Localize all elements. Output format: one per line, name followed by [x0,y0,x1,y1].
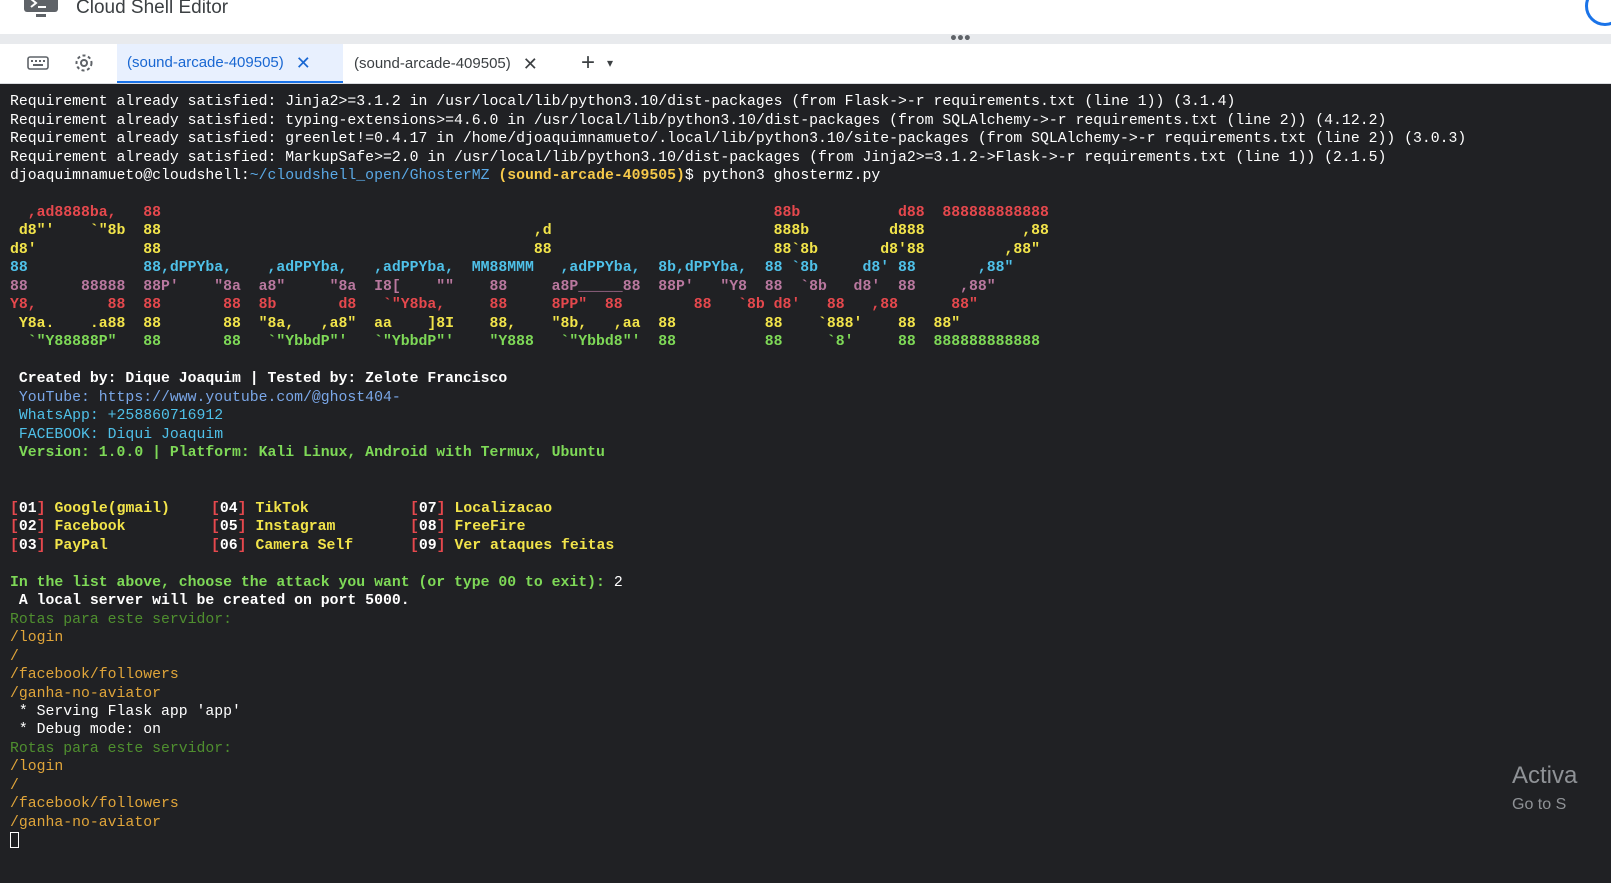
flask-serving-line: * Serving Flask app 'app' [10,704,241,720]
menu-row: [09] Ver ataques feitas [410,538,615,554]
route-line: / [10,778,19,794]
routes-header: Rotas para este servidor: [10,612,232,628]
banner-line: Y8, 88 88 88 8b d8 `"Y8ba, 88 8PP" 88 88… [10,297,978,313]
menu-num: 01 [18,501,37,517]
route-line: /facebook/followers [10,667,179,683]
terminal-cursor [10,832,19,848]
keyboard-icon[interactable] [24,44,52,82]
route-line: /ganha-no-aviator [10,686,161,702]
terminal-line: Requirement already satisfied: typing-ex… [10,113,1387,129]
menu-num: 02 [18,519,37,535]
menu-row: [06] Camera Self [211,538,354,554]
choose-value: 2 [613,575,623,591]
terminal-tab-bar: (sound-arcade-409505) ✕ (sound-arcade-40… [0,44,1611,84]
app-title: Cloud Shell Editor [76,0,229,18]
tab-terminal-1[interactable]: (sound-arcade-409505) ✕ [117,44,343,83]
terminal-line: Requirement already satisfied: MarkupSaf… [10,150,1387,166]
route-line: /ganha-no-aviator [10,815,161,831]
routes-header: Rotas para este servidor: [10,741,232,757]
whatsapp-line: WhatsApp: +258860716912 [10,408,224,424]
menu-item: Camera Self [255,538,354,554]
version-line: Version: 1.0.0 | Platform: Kali Linux, A… [10,445,605,461]
server-message: A local server will be created on port 5… [10,593,410,609]
menu-row: [04] TikTok [211,501,309,517]
close-icon[interactable]: ✕ [523,55,538,73]
menu-item: FreeFire [454,519,526,535]
banner-line: 88 88888 88P' "8a a8" "8a I8[ "" 88 a8P_… [10,279,996,295]
youtube-line: YouTube: https://www.youtube.com/@ghost4… [10,390,401,406]
prompt-symbol: $ [684,168,703,184]
menu-num: 09 [418,538,437,554]
chevron-down-icon[interactable]: ▾ [602,44,618,82]
prompt-command: python3 ghostermz.py [702,168,881,184]
gear-icon[interactable] [70,44,98,82]
menu-item: TikTok [255,501,309,517]
shell-prompt: djoaquimnamueto@cloudshell:~/cloudshell_… [10,167,880,185]
banner-line: 88 88,dPPYba, ,adPPYba, ,adPPYba, MM88MM… [10,260,1014,276]
menu-num: 08 [418,519,437,535]
terminal-panel[interactable]: Requirement already satisfied: Jinja2>=3… [0,84,1611,883]
facebook-line: FACEBOOK: Diqui Joaquim [10,427,224,443]
add-tab-icon[interactable]: + [576,44,600,82]
menu-row: [05] Instagram [211,519,336,535]
top-bar: Cloud Shell Editor [0,0,1611,34]
menu-row: [07] Localizacao [410,501,553,517]
panel-divider[interactable] [0,34,1611,44]
terminal-line: Requirement already satisfied: Jinja2>=3… [10,94,1236,110]
menu-num: 04 [219,501,238,517]
menu-item: Ver ataques feitas [454,538,615,554]
drag-handle-icon[interactable]: ••• [949,32,972,46]
menu-row: [03] PayPal [10,538,108,554]
activation-watermark-title: Activa [1512,762,1578,789]
banner-line: ,ad8888ba, 88 88b d88 888888888888 [10,205,1049,221]
menu-row: [01] Google(gmail) [10,501,170,517]
route-line: /login [10,630,64,646]
menu-item: Localizacao [454,501,553,517]
menu-item: PayPal [54,538,108,554]
choose-prompt: In the list above, choose the attack you… [10,575,614,591]
close-icon[interactable]: ✕ [296,54,311,72]
prompt-path: ~/cloudshell_open/GhosterMZ [249,168,490,184]
banner-line: `"Y88888P" 88 88 `"YbbdP"' `"YbbdP"' "Y8… [10,334,1041,350]
prompt-project: (sound-arcade-409505) [498,168,685,184]
route-line: / [10,649,19,665]
credits-line: Created by: Dique Joaquim | Tested by: Z… [10,371,508,387]
activation-watermark-subtitle: Go to S [1512,796,1567,813]
route-line: /facebook/followers [10,796,179,812]
menu-item: Facebook [54,519,126,535]
banner-line: d8' 88 88 88`8b d8'88 ,88" [10,242,1041,258]
tab-label: (sound-arcade-409505) [354,55,511,72]
flask-debug-line: * Debug mode: on [10,722,161,738]
choose-line: In the list above, choose the attack you… [10,574,623,592]
menu-num: 07 [418,501,437,517]
tab-terminal-2[interactable]: (sound-arcade-409505) ✕ [344,44,564,83]
menu-num: 06 [219,538,238,554]
banner-line: d8"' `"8b 88 ,d 888b d888 ,88 [10,223,1049,239]
menu-row: [08] FreeFire [410,519,526,535]
menu-item: Instagram [255,519,336,535]
terminal-line: Requirement already satisfied: greenlet!… [10,131,1467,147]
route-line: /login [10,759,64,775]
tab-label: (sound-arcade-409505) [127,54,284,71]
menu-row: [02] Facebook [10,519,126,535]
banner-line: Y8a. .a88 88 88 "8a, ,a8" aa ]8I 88, "8b… [10,316,961,332]
menu-num: 03 [18,538,37,554]
menu-num: 05 [219,519,238,535]
account-icon[interactable] [1585,0,1611,26]
cloud-shell-icon [24,0,58,17]
menu-item: Google(gmail) [54,501,170,517]
prompt-user: djoaquimnamueto@cloudshell: [10,168,250,184]
